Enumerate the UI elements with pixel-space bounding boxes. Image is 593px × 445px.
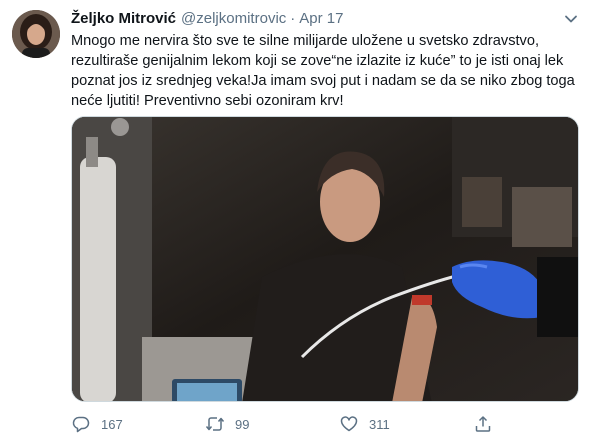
share-icon [473,414,493,434]
tweet-date[interactable]: Apr 17 [299,9,343,29]
like-button[interactable]: 311 [339,414,390,434]
tweet: Željko Mitrović @zeljkomitrovic · Apr 17… [0,0,593,445]
author-name[interactable]: Željko Mitrović [71,9,176,29]
retweet-icon [205,414,225,434]
retweet-count: 99 [235,416,250,432]
avatar[interactable] [12,10,60,58]
reply-button[interactable]: 167 [71,414,123,434]
retweet-button[interactable]: 99 [205,414,249,434]
chevron-down-icon [565,15,577,23]
tweet-video[interactable] [71,116,579,402]
heart-icon [339,414,359,434]
separator-dot: · [290,10,296,27]
author-handle[interactable]: @zeljkomitrovic [181,9,286,29]
video-frame-image [72,117,578,401]
tweet-text: Mnogo me nervira što sve te silne milija… [71,33,575,109]
reply-icon [71,414,91,434]
like-count: 311 [369,416,390,432]
reply-count: 167 [101,416,123,432]
share-button[interactable] [473,414,493,434]
more-options-button[interactable] [559,7,583,31]
tweet-actions: 167 99 311 [71,410,541,438]
avatar-image [12,10,60,58]
tweet-header: Željko Mitrović @zeljkomitrovic · Apr 17 [71,9,343,29]
